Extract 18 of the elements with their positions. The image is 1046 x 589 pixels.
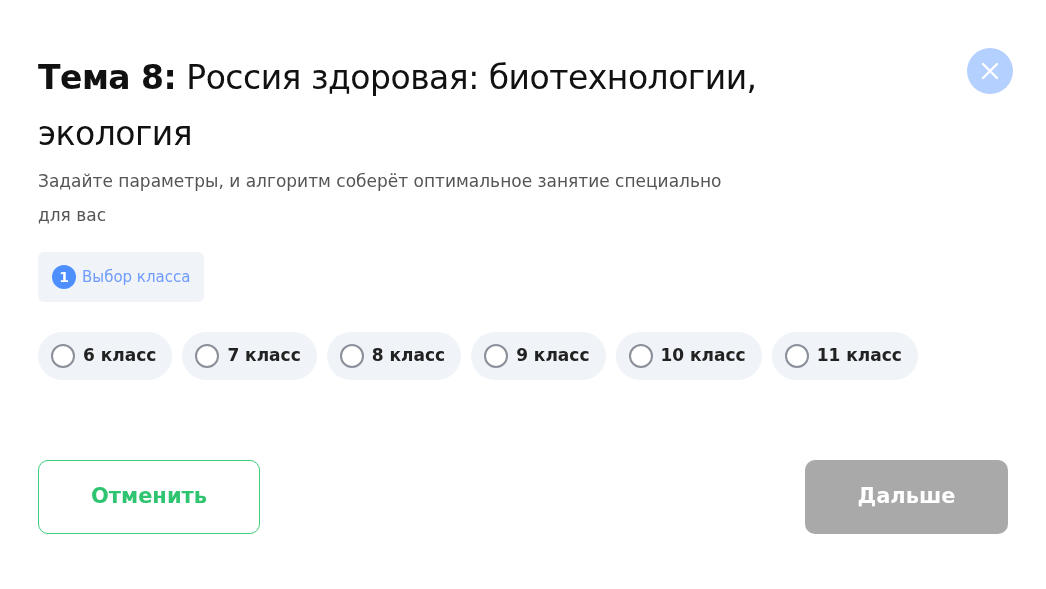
grade-option[interactable]: 6 класс [38, 332, 173, 380]
dialog-subtitle: Задайте параметры, и алгоритм соберёт оптимальное занятие специально для вас [38, 170, 723, 227]
dialog-title: Тема 8: Россия здоровая: биотехнологии, экология [38, 57, 758, 155]
close-button[interactable] [967, 48, 1013, 94]
radio-icon [484, 344, 509, 368]
radio-icon [628, 344, 653, 368]
radio-icon [339, 344, 364, 368]
grade-option[interactable]: 7 класс [182, 332, 317, 380]
grade-option[interactable]: 8 класс [326, 332, 462, 380]
step-title: Выбор класса [82, 266, 191, 288]
grade-option[interactable]: 10 класс [615, 332, 762, 380]
radio-icon [784, 344, 809, 368]
grade-option[interactable]: 9 класс [471, 332, 606, 380]
grade-option[interactable]: 11 класс [771, 332, 918, 380]
step-number: 1 [52, 265, 76, 289]
radio-icon [51, 344, 75, 368]
close-icon [981, 62, 999, 80]
radio-icon [195, 344, 220, 368]
